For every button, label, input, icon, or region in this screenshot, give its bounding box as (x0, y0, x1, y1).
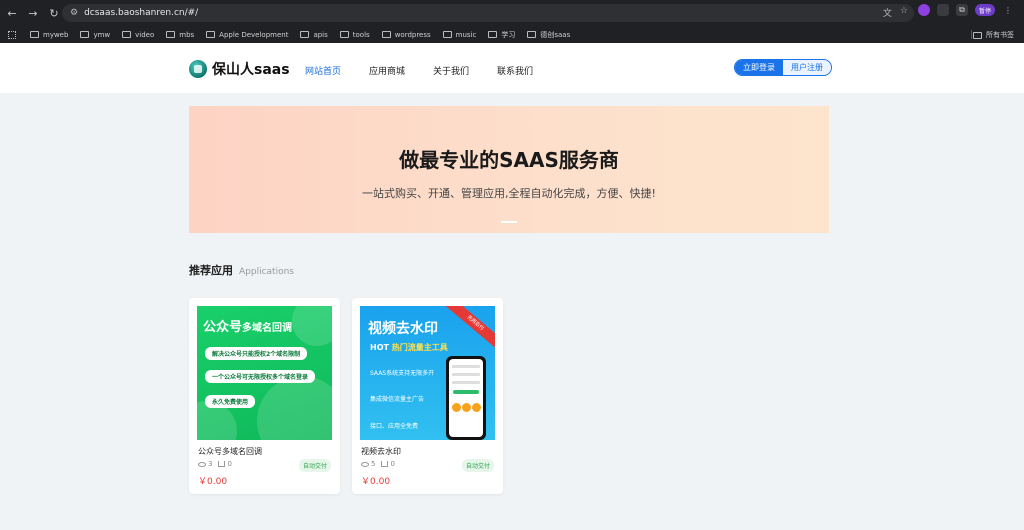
section-title-text: 推荐应用 (189, 264, 233, 277)
delivery-badge: 自动交付 (461, 459, 494, 472)
app-thumbnail[interactable]: 先用后付 视频去水印 HOT 热门流量主工具 SAAS系统支持无限多开 集成微信… (360, 306, 495, 440)
nav-about[interactable]: 关于我们 (433, 64, 469, 77)
folder-icon (381, 31, 391, 38)
bookmark-folder[interactable]: tools (339, 31, 370, 39)
translate-icon[interactable]: 文 (883, 6, 892, 19)
banner-title: 做最专业的SAAS服务商 (399, 148, 619, 172)
bookmark-separator (971, 30, 972, 39)
all-bookmarks-folder[interactable]: 所有书签 (973, 30, 1014, 40)
register-button[interactable]: 用户注册 (783, 60, 831, 75)
app-stats: 3 0 (198, 460, 232, 468)
nav-contact[interactable]: 联系我们 (497, 64, 533, 77)
folder-icon (80, 31, 90, 38)
eye-icon (198, 461, 206, 467)
site-logo[interactable]: 保山人saas (189, 59, 290, 79)
hero-banner: 做最专业的SAAS服务商 一站式购买、开通、管理应用,全程自动化完成，方便、快捷… (189, 106, 829, 233)
extensions-puzzle-icon[interactable]: ⧉ (956, 4, 968, 16)
sales-count: 0 (390, 460, 395, 468)
logo-icon (189, 60, 207, 78)
bookmark-folder[interactable]: Apple Development (206, 31, 288, 39)
thumb-feature: SAAS系统支持无限多开 (370, 370, 435, 377)
app-card[interactable]: 先用后付 视频去水印 HOT 热门流量主工具 SAAS系统支持无限多开 集成微信… (352, 298, 503, 494)
thumb-title: 公众号多域名回调 (203, 320, 293, 335)
thumb-ribbon: 先用后付 (440, 306, 495, 354)
bookmark-folder[interactable]: ymw (80, 31, 110, 39)
sales-count: 0 (227, 460, 232, 468)
bookmark-folder[interactable]: 德创saas (527, 30, 570, 40)
delivery-badge: 自动交付 (298, 459, 331, 472)
bookmark-star-icon[interactable]: ☆ (900, 6, 908, 19)
extension-icon[interactable] (918, 4, 930, 16)
folder-icon (488, 31, 498, 38)
bookmark-folder[interactable]: video (122, 31, 154, 39)
menu-kebab-icon[interactable]: ⋮ (1002, 4, 1014, 16)
folder-icon (973, 31, 982, 39)
bookmark-folder[interactable]: mbs (166, 31, 194, 39)
site-info-icon[interactable]: ⚙ (70, 8, 78, 18)
main-nav: 网站首页 应用商城 关于我们 联系我们 (305, 64, 561, 77)
address-bar[interactable]: ⚙ dcsaas.baoshanren.cn/#/ 文 ☆ (62, 4, 914, 22)
forward-icon[interactable]: → (24, 4, 42, 22)
thumb-feature: 解决公众号只能授权2个域名限制 (205, 347, 308, 360)
app-stats: 5 0 (361, 460, 395, 468)
bookmark-folder[interactable]: apis (300, 31, 328, 39)
apps-grid-icon[interactable] (8, 30, 16, 39)
section-title: 推荐应用 Applications (189, 262, 294, 278)
folder-icon (527, 31, 537, 38)
thumb-feature: 一个公众号可无限授权多个域名登录 (205, 370, 316, 383)
extension-icon[interactable] (937, 4, 949, 16)
thumb-feature: 永久免费使用 (205, 395, 256, 408)
view-count: 3 (208, 460, 213, 468)
reload-icon[interactable]: ↻ (45, 4, 63, 22)
folder-icon (339, 31, 349, 38)
section-subtitle-text: Applications (239, 267, 294, 277)
nav-app-store[interactable]: 应用商城 (369, 64, 405, 77)
app-thumbnail[interactable]: 公众号多域名回调 解决公众号只能授权2个域名限制 一个公众号可无限授权多个域名登… (197, 306, 332, 440)
thumb-feature: 集成微信流量主广告 (370, 396, 425, 403)
bookmark-folder[interactable]: music (442, 31, 476, 39)
app-name[interactable]: 公众号多域名回调 (198, 446, 262, 457)
view-count: 5 (371, 460, 376, 468)
carousel-indicator[interactable] (501, 221, 517, 223)
banner-subtitle: 一站式购买、开通、管理应用,全程自动化完成，方便、快捷! (362, 187, 656, 200)
folder-icon (206, 31, 216, 38)
profile-button[interactable]: 暂停 (975, 4, 995, 16)
eye-icon (361, 461, 369, 467)
auth-buttons: 立即登录 用户注册 (734, 59, 832, 76)
app-card[interactable]: 公众号多域名回调 解决公众号只能授权2个域名限制 一个公众号可无限授权多个域名登… (189, 298, 340, 494)
thumb-hot: HOT 热门流量主工具 (370, 343, 448, 352)
thumb-title: 视频去水印 (368, 321, 438, 337)
folder-icon (300, 31, 310, 38)
cart-icon (218, 461, 226, 467)
bookmark-folder[interactable]: myweb (30, 31, 68, 39)
app-name[interactable]: 视频去水印 (361, 446, 401, 457)
bookmark-folder[interactable]: 学习 (488, 30, 515, 40)
app-price: ￥0.00 (198, 477, 228, 487)
bookmark-folder[interactable]: wordpress (381, 31, 431, 39)
bookmarks-bar: myweb ymw video mbs Apple Development ap… (0, 26, 1024, 43)
folder-icon (122, 31, 132, 38)
thumb-feature: 接口、应用全免费 (370, 423, 419, 430)
folder-icon (442, 31, 452, 38)
app-price: ￥0.00 (361, 477, 391, 487)
cart-icon (381, 461, 389, 467)
logo-text: 保山人saas (212, 62, 290, 78)
back-icon[interactable]: ← (3, 4, 21, 22)
site-header: 保山人saas 网站首页 应用商城 关于我们 联系我们 立即登录 用户注册 (0, 43, 1024, 93)
folder-icon (166, 31, 176, 38)
url-text: dcsaas.baoshanren.cn/#/ (84, 8, 199, 18)
folder-icon (30, 31, 39, 38)
nav-home[interactable]: 网站首页 (305, 64, 341, 77)
login-button[interactable]: 立即登录 (735, 60, 783, 75)
browser-toolbar: ← → ↻ ⚙ dcsaas.baoshanren.cn/#/ 文 ☆ ⧉ 暂停… (0, 0, 1024, 26)
phone-illustration (446, 356, 486, 440)
